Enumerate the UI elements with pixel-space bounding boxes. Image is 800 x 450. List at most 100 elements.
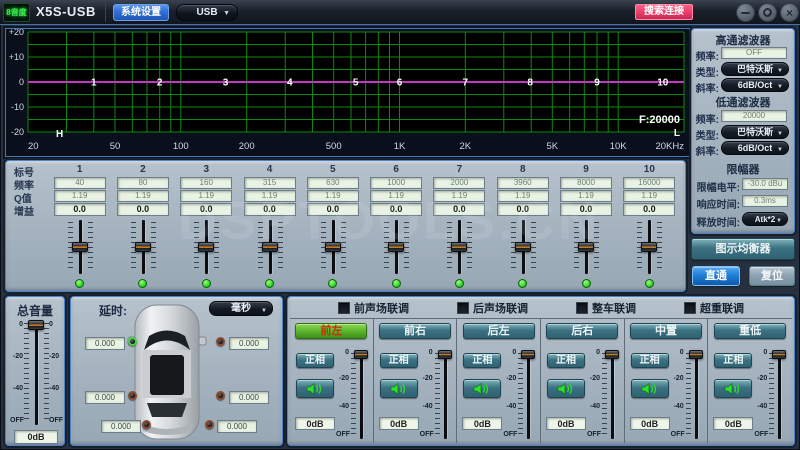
slider-handle[interactable] (198, 242, 214, 252)
slider-handle[interactable] (28, 320, 44, 330)
channel-volume-slider-subwoofer[interactable]: 0-20-40OFF (754, 349, 790, 441)
link-checkbox-item[interactable]: 超重联调 (684, 300, 744, 316)
band-gain-input[interactable]: 0.0 (623, 203, 675, 216)
slider-handle[interactable] (772, 350, 786, 359)
band-freq-input[interactable]: 8000 (560, 177, 612, 189)
delay-unit-select[interactable]: 毫秒▼ (209, 301, 273, 316)
lpf-freq-input[interactable]: 20000 (721, 110, 787, 122)
band-freq-input[interactable]: 315 (244, 177, 296, 189)
delay-value-rear-right[interactable]: 0.000 (229, 391, 269, 404)
delay-value-center[interactable]: 0.000 (101, 420, 141, 433)
band-q-input[interactable]: 1.19 (560, 190, 612, 202)
band-gain-input[interactable]: 0.0 (244, 203, 296, 216)
lpf-slope-select[interactable]: 6dB/Oct▼ (721, 141, 789, 155)
search-connect-button[interactable]: 搜索连接 (635, 4, 693, 20)
slider-handle[interactable] (354, 350, 368, 359)
channel-volume-slider-front-right[interactable]: 0-20-40OFF (420, 349, 456, 441)
band-q-input[interactable]: 1.19 (497, 190, 549, 202)
mute-button-rear-right[interactable] (547, 379, 585, 398)
phase-button-front-right[interactable]: 正相 (380, 353, 418, 368)
phase-button-front-left[interactable]: 正相 (296, 353, 334, 368)
channel-button-rear-right[interactable]: 后右 (546, 323, 618, 339)
band-gain-input[interactable]: 0.0 (560, 203, 612, 216)
band-freq-input[interactable]: 2000 (433, 177, 485, 189)
graphic-eq-button[interactable]: 图示均衡器 (691, 238, 795, 260)
slider-handle[interactable] (689, 350, 703, 359)
band-q-input[interactable]: 1.19 (244, 190, 296, 202)
band-gain-input[interactable]: 0.0 (54, 203, 106, 216)
disconnect-button[interactable] (758, 3, 777, 22)
channel-button-center[interactable]: 中置 (630, 323, 702, 339)
slider-handle[interactable] (515, 242, 531, 252)
delay-knob-rear-left[interactable] (128, 391, 137, 400)
phase-button-subwoofer[interactable]: 正相 (714, 353, 752, 368)
close-button[interactable]: × (780, 3, 799, 22)
delay-knob-subwoofer[interactable] (205, 420, 214, 429)
band-q-input[interactable]: 1.19 (117, 190, 169, 202)
eq-curve-graph[interactable]: +20+100-10-2020501002005001K2K5K10K20KHz… (5, 28, 690, 157)
band-q-input[interactable]: 1.19 (623, 190, 675, 202)
phase-button-rear-right[interactable]: 正相 (547, 353, 585, 368)
band-gain-slider[interactable] (632, 218, 666, 276)
band-gain-input[interactable]: 0.0 (180, 203, 232, 216)
delay-knob-rear-right[interactable] (216, 391, 225, 400)
band-q-input[interactable]: 1.19 (307, 190, 359, 202)
slider-handle[interactable] (521, 350, 535, 359)
band-gain-slider[interactable] (63, 218, 97, 276)
slider-handle[interactable] (388, 242, 404, 252)
band-gain-slider[interactable] (126, 218, 160, 276)
band-freq-input[interactable]: 3960 (497, 177, 549, 189)
band-q-input[interactable]: 1.19 (180, 190, 232, 202)
mute-button-rear-left[interactable] (463, 379, 501, 398)
band-freq-input[interactable]: 1000 (370, 177, 422, 189)
band-gain-input[interactable]: 0.0 (433, 203, 485, 216)
mute-button-center[interactable] (631, 379, 669, 398)
delay-value-front-left[interactable]: 0.000 (85, 337, 125, 350)
band-gain-slider[interactable] (506, 218, 540, 276)
band-q-input[interactable]: 1.19 (370, 190, 422, 202)
slider-handle[interactable] (438, 350, 452, 359)
channel-button-front-right[interactable]: 前右 (379, 323, 451, 339)
hpf-type-select[interactable]: 巴特沃斯▼ (721, 62, 789, 76)
channel-volume-slider-center[interactable]: 0-20-40OFF (671, 349, 707, 441)
band-gain-slider[interactable] (569, 218, 603, 276)
channel-volume-slider-front-left[interactable]: 0-20-40OFF (336, 349, 372, 441)
system-settings-button[interactable]: 系统设置 (113, 4, 169, 21)
reset-button[interactable]: 复位 (749, 266, 795, 286)
hpf-slope-select[interactable]: 6dB/Oct▼ (721, 78, 789, 92)
link-checkbox-item[interactable]: 前声场联调 (338, 300, 409, 316)
channel-volume-slider-rear-right[interactable]: 0-20-40OFF (587, 349, 623, 441)
phase-button-center[interactable]: 正相 (631, 353, 669, 368)
checkbox-icon[interactable] (338, 302, 350, 314)
lpf-type-select[interactable]: 巴特沃斯▼ (721, 125, 789, 139)
limiter-release-select[interactable]: Atk*2▼ (742, 212, 788, 226)
limiter-level-input[interactable]: -30.0 dBu (742, 178, 788, 190)
checkbox-icon[interactable] (576, 302, 588, 314)
slider-handle[interactable] (451, 242, 467, 252)
mute-button-front-right[interactable] (380, 379, 418, 398)
delay-value-subwoofer[interactable]: 0.000 (217, 420, 257, 433)
band-gain-slider[interactable] (189, 218, 223, 276)
band-freq-input[interactable]: 630 (307, 177, 359, 189)
link-checkbox-item[interactable]: 后声场联调 (457, 300, 528, 316)
delay-knob-front-left[interactable] (128, 337, 137, 346)
slider-handle[interactable] (135, 242, 151, 252)
slider-handle[interactable] (72, 242, 88, 252)
band-q-input[interactable]: 1.19 (433, 190, 485, 202)
delay-value-rear-left[interactable]: 0.000 (85, 391, 125, 404)
slider-handle[interactable] (578, 242, 594, 252)
slider-handle[interactable] (262, 242, 278, 252)
limiter-attack-input[interactable]: 0.3ms (742, 195, 788, 207)
device-select[interactable]: USB ▼ (176, 4, 238, 21)
delay-knob-front-right[interactable] (216, 337, 225, 346)
mute-button-front-left[interactable] (296, 379, 334, 398)
band-gain-slider[interactable] (442, 218, 476, 276)
band-freq-input[interactable]: 80 (117, 177, 169, 189)
phase-button-rear-left[interactable]: 正相 (463, 353, 501, 368)
band-gain-slider[interactable] (253, 218, 287, 276)
band-freq-input[interactable]: 160 (180, 177, 232, 189)
link-checkbox-item[interactable]: 整车联调 (576, 300, 636, 316)
channel-button-front-left[interactable]: 前左 (295, 323, 367, 339)
delay-knob-center[interactable] (142, 420, 151, 429)
channel-volume-slider-rear-left[interactable]: 0-20-40OFF (503, 349, 539, 441)
